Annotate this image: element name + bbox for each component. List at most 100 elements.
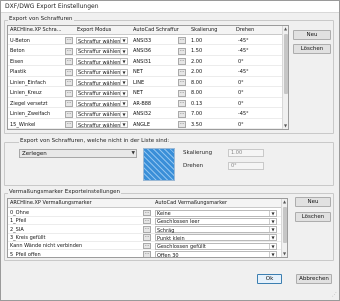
hatch-rotation[interactable]: 0°	[238, 122, 268, 128]
browse-button[interactable]: ···	[178, 89, 186, 97]
col-autocad-marker[interactable]: AutoCad Vermaßungsmarker	[155, 200, 275, 206]
hatch-scale[interactable]: 7.00	[191, 111, 221, 117]
export-mode-select[interactable]: Schraffur wählen ▼	[76, 100, 128, 108]
unlisted-scale-field[interactable]: 1.00	[228, 149, 264, 157]
browse-button[interactable]: ···	[178, 37, 186, 44]
browse-button[interactable]: ···	[65, 100, 73, 107]
browse-button[interactable]: ···	[143, 242, 151, 250]
table-row[interactable]: Linien_Einfach ··· Schraffur wählen ▼ LINE ··…	[8, 78, 288, 87]
col-archline-hatch[interactable]: ARCHline.XP Schra...	[10, 27, 72, 33]
table-row[interactable]: U-Beton ··· Schraffur wählen ▼ ANSI33 ··· 1.00…	[8, 36, 288, 45]
autocad-marker-select[interactable]: Offen 30 ▼	[155, 251, 277, 257]
hatch-scale[interactable]: 1.00	[191, 38, 221, 44]
cancel-button[interactable]: Abbrechen	[296, 274, 332, 284]
hatch-scale[interactable]: 1.50	[191, 48, 221, 54]
table-row[interactable]: Eisen ··· Schraffur wählen ▼ ANSI31 ··· 2.00 0°	[8, 57, 288, 66]
export-mode-select[interactable]: Schraffur wählen ▼	[76, 89, 128, 97]
browse-button[interactable]: ···	[178, 47, 186, 55]
scroll-thumb[interactable]	[283, 34, 288, 94]
dim-table-scrollbar[interactable]: ▲ ▼	[281, 199, 287, 257]
dim-new-button[interactable]: Neu	[295, 197, 331, 207]
hatch-new-button[interactable]: Neu	[293, 30, 331, 40]
hatch-table[interactable]: ARCHline.XP Schra... Export Modus AutoCa…	[7, 25, 289, 130]
browse-button[interactable]: ···	[143, 251, 151, 257]
dim-marker-legend: Vermaßungsmarker Exporteinstellungen	[8, 189, 121, 195]
browse-button[interactable]: ···	[65, 37, 73, 44]
hatch-table-scrollbar[interactable]: ▲ ▼	[282, 26, 288, 129]
scroll-up-icon[interactable]: ▲	[283, 26, 288, 32]
browse-button[interactable]: ···	[65, 68, 73, 76]
hatch-rotation[interactable]: 0°	[238, 101, 268, 107]
autocad-marker-select[interactable]: Geschlossen leer ▼	[155, 217, 277, 225]
export-mode-select[interactable]: Schraffur wählen ▼	[76, 58, 128, 66]
autocad-marker-select[interactable]: Keine ▼	[155, 209, 277, 217]
export-mode-select[interactable]: Schraffur wählen ▼	[76, 68, 128, 76]
export-mode-select[interactable]: Schraffur wählen ▼	[76, 110, 128, 118]
browse-button[interactable]: ···	[65, 47, 73, 55]
autocad-marker-select[interactable]: Schräg ▼	[155, 226, 277, 234]
export-mode-select[interactable]: Schraffur wählen ▼	[76, 79, 128, 87]
browse-button[interactable]: ···	[178, 58, 186, 65]
hatch-scale[interactable]: 0.13	[191, 101, 221, 107]
resize-grip-icon[interactable]: ⋰	[332, 292, 337, 298]
table-row[interactable]: Kann Wände nicht verbinden ··· Geschlossen…	[8, 242, 287, 251]
hatch-rotation[interactable]: 0°	[238, 90, 268, 96]
hatch-rotation[interactable]: 0°	[238, 59, 268, 65]
table-row[interactable]: 5_Pfeil offen ··· Offen 30 ▼	[8, 251, 287, 257]
table-row[interactable]: Linien_Kreuz ··· Schraffur wählen ▼ NET ··· 8.…	[8, 89, 288, 98]
table-row[interactable]: 2_SIA ··· Schräg ▼	[8, 226, 287, 234]
col-rotation[interactable]: Drehen	[236, 27, 276, 33]
col-scale[interactable]: Skalierung	[191, 27, 231, 33]
unlisted-rotation-field[interactable]: 0°	[228, 162, 264, 170]
browse-button[interactable]: ···	[143, 217, 151, 225]
table-row[interactable]: Ziegel versetzt ··· Schraffur wählen ▼ AR-B8…	[8, 99, 288, 108]
browse-button[interactable]: ···	[178, 68, 186, 76]
browse-button[interactable]: ···	[178, 121, 186, 128]
hatch-scale[interactable]: 2.00	[191, 59, 221, 65]
dim-delete-button[interactable]: Löschen	[295, 212, 331, 222]
ok-button[interactable]: Ok	[257, 274, 282, 284]
hatch-scale[interactable]: 3.50	[191, 122, 221, 128]
browse-button[interactable]: ···	[143, 226, 151, 233]
autocad-marker-select[interactable]: Geschlossen gefüllt ▼	[155, 242, 277, 250]
hatch-scale[interactable]: 8.00	[191, 80, 221, 86]
browse-button[interactable]: ···	[65, 121, 73, 128]
table-row[interactable]: Plastik ··· Schraffur wählen ▼ NET ··· 2.00 -45…	[8, 68, 288, 77]
scroll-down-icon[interactable]: ▼	[282, 251, 287, 257]
browse-button[interactable]: ···	[65, 89, 73, 97]
export-mode-select[interactable]: Schraffur wählen ▼	[76, 37, 128, 45]
table-row[interactable]: 15_Winkel ··· Schraffur wählen ▼ ANGLE ··· 3.5…	[8, 120, 288, 129]
browse-button[interactable]: ···	[178, 100, 186, 107]
hatch-rotation[interactable]: -45°	[238, 111, 268, 117]
scroll-down-icon[interactable]: ▼	[283, 123, 288, 129]
col-archline-marker[interactable]: ARCHline.XP Vermaßungsmarker	[10, 200, 140, 206]
browse-button[interactable]: ···	[65, 79, 73, 86]
table-row[interactable]: Linien_Zweifach ··· Schraffur wählen ▼ ANSI3…	[8, 110, 288, 119]
browse-button[interactable]: ···	[143, 209, 151, 216]
col-export-mode[interactable]: Export Modus	[77, 27, 127, 33]
table-row[interactable]: 1_Pfeil ··· Geschlossen leer ▼	[8, 217, 287, 226]
table-row[interactable]: 0_Ohne ··· Keine ▼	[8, 209, 287, 217]
autocad-marker-select[interactable]: Punkt klein ▼	[155, 234, 277, 242]
browse-button[interactable]: ···	[65, 110, 73, 118]
browse-button[interactable]: ···	[178, 110, 186, 118]
table-row[interactable]: 3_Kreis gefüllt ··· Punkt klein ▼	[8, 234, 287, 242]
hatch-scale[interactable]: 8.00	[191, 90, 221, 96]
hatch-scale[interactable]: 2.00	[191, 69, 221, 75]
hatch-rotation[interactable]: 0°	[238, 80, 268, 86]
unlisted-mode-select[interactable]: Zerlegen ▼	[19, 149, 137, 158]
dim-marker-table[interactable]: ARCHline.XP Vermaßungsmarker AutoCad Ver…	[7, 198, 288, 258]
browse-button[interactable]: ···	[65, 58, 73, 65]
col-autocad-hatch[interactable]: AutoCad Schraffur	[133, 27, 189, 33]
hatch-rotation[interactable]: -45°	[238, 69, 268, 75]
browse-button[interactable]: ···	[178, 79, 186, 86]
export-mode-select[interactable]: Schraffur wählen ▼	[76, 121, 128, 129]
export-mode-select[interactable]: Schraffur wählen ▼	[76, 47, 128, 55]
scroll-up-icon[interactable]: ▲	[282, 199, 287, 205]
scroll-thumb[interactable]	[282, 207, 287, 243]
hatch-delete-button[interactable]: Löschen	[293, 44, 331, 54]
table-row[interactable]: Beton ··· Schraffur wählen ▼ ANSI36 ··· 1.50 -4…	[8, 47, 288, 56]
browse-button[interactable]: ···	[143, 234, 151, 241]
hatch-rotation[interactable]: -45°	[238, 38, 268, 44]
hatch-rotation[interactable]: -45°	[238, 48, 268, 54]
